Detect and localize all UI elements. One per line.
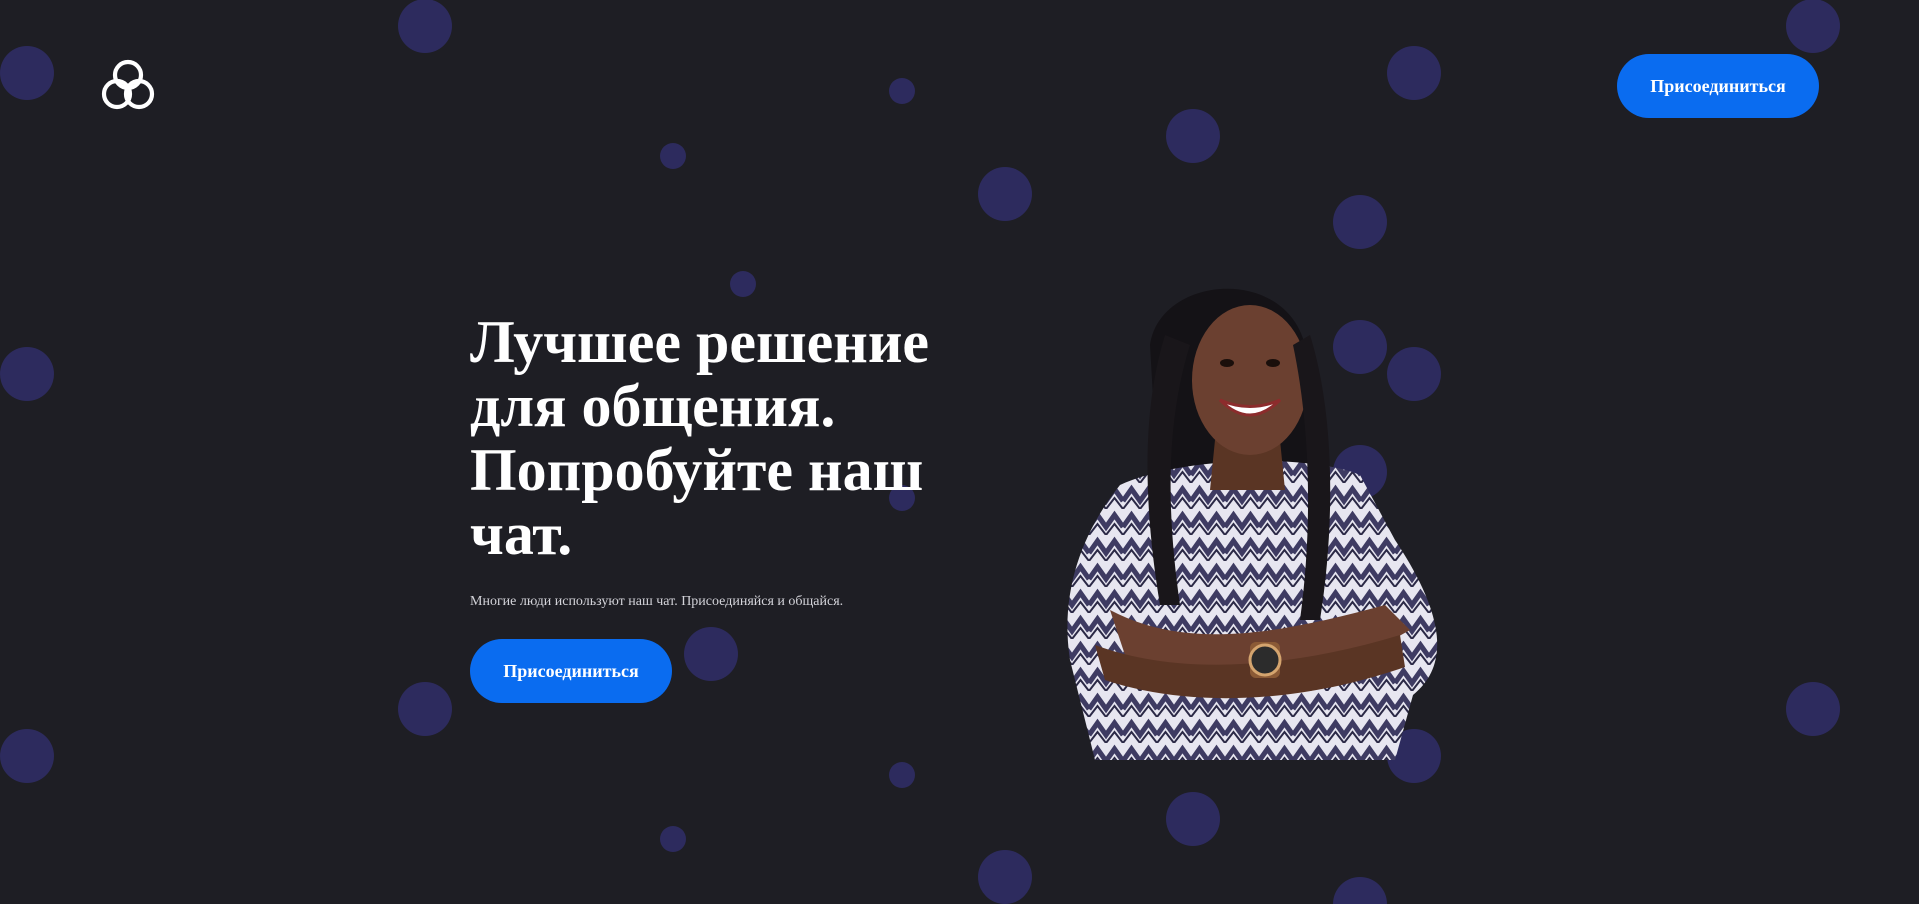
bg-dot xyxy=(660,826,686,852)
bg-dot xyxy=(398,682,452,736)
logo-link[interactable] xyxy=(98,55,158,115)
hero-join-button[interactable]: Присоединиться xyxy=(470,639,672,703)
bg-dot xyxy=(730,271,756,297)
bg-dot xyxy=(1166,109,1220,163)
smiling-woman-portrait xyxy=(1067,288,1438,760)
bg-dot xyxy=(1387,46,1441,100)
hero-subtitle: Многие люди используют наш чат. Присоеди… xyxy=(470,594,844,609)
bg-dot xyxy=(1333,877,1387,904)
header-join-button[interactable]: Присоединиться xyxy=(1617,54,1819,118)
bg-dot xyxy=(684,627,738,681)
bg-dot xyxy=(0,347,54,401)
bg-dot xyxy=(398,0,452,53)
bg-dot xyxy=(1333,195,1387,249)
bg-dot xyxy=(1786,682,1840,736)
hero-title-line: чат. xyxy=(470,501,573,567)
linked-rings-logo-icon xyxy=(101,59,155,110)
hero-title-line: Попробуйте наш xyxy=(470,437,924,503)
hero-title-line: для общения. xyxy=(470,373,836,439)
hero-title-line: Лучшее решение xyxy=(470,309,930,375)
bg-dot xyxy=(0,46,54,100)
bg-dot xyxy=(978,167,1032,221)
bg-dot xyxy=(1786,0,1840,53)
bg-dot xyxy=(660,143,686,169)
bg-dot xyxy=(889,762,915,788)
bg-dot xyxy=(978,850,1032,904)
bg-dot xyxy=(889,78,915,104)
hero-title: Лучшее решение для общения. Попробуйте н… xyxy=(470,310,1010,566)
landing-page: Присоединиться Лучшее решение для общени… xyxy=(0,0,1919,904)
bg-dot xyxy=(0,729,54,783)
bg-dot xyxy=(1166,792,1220,846)
